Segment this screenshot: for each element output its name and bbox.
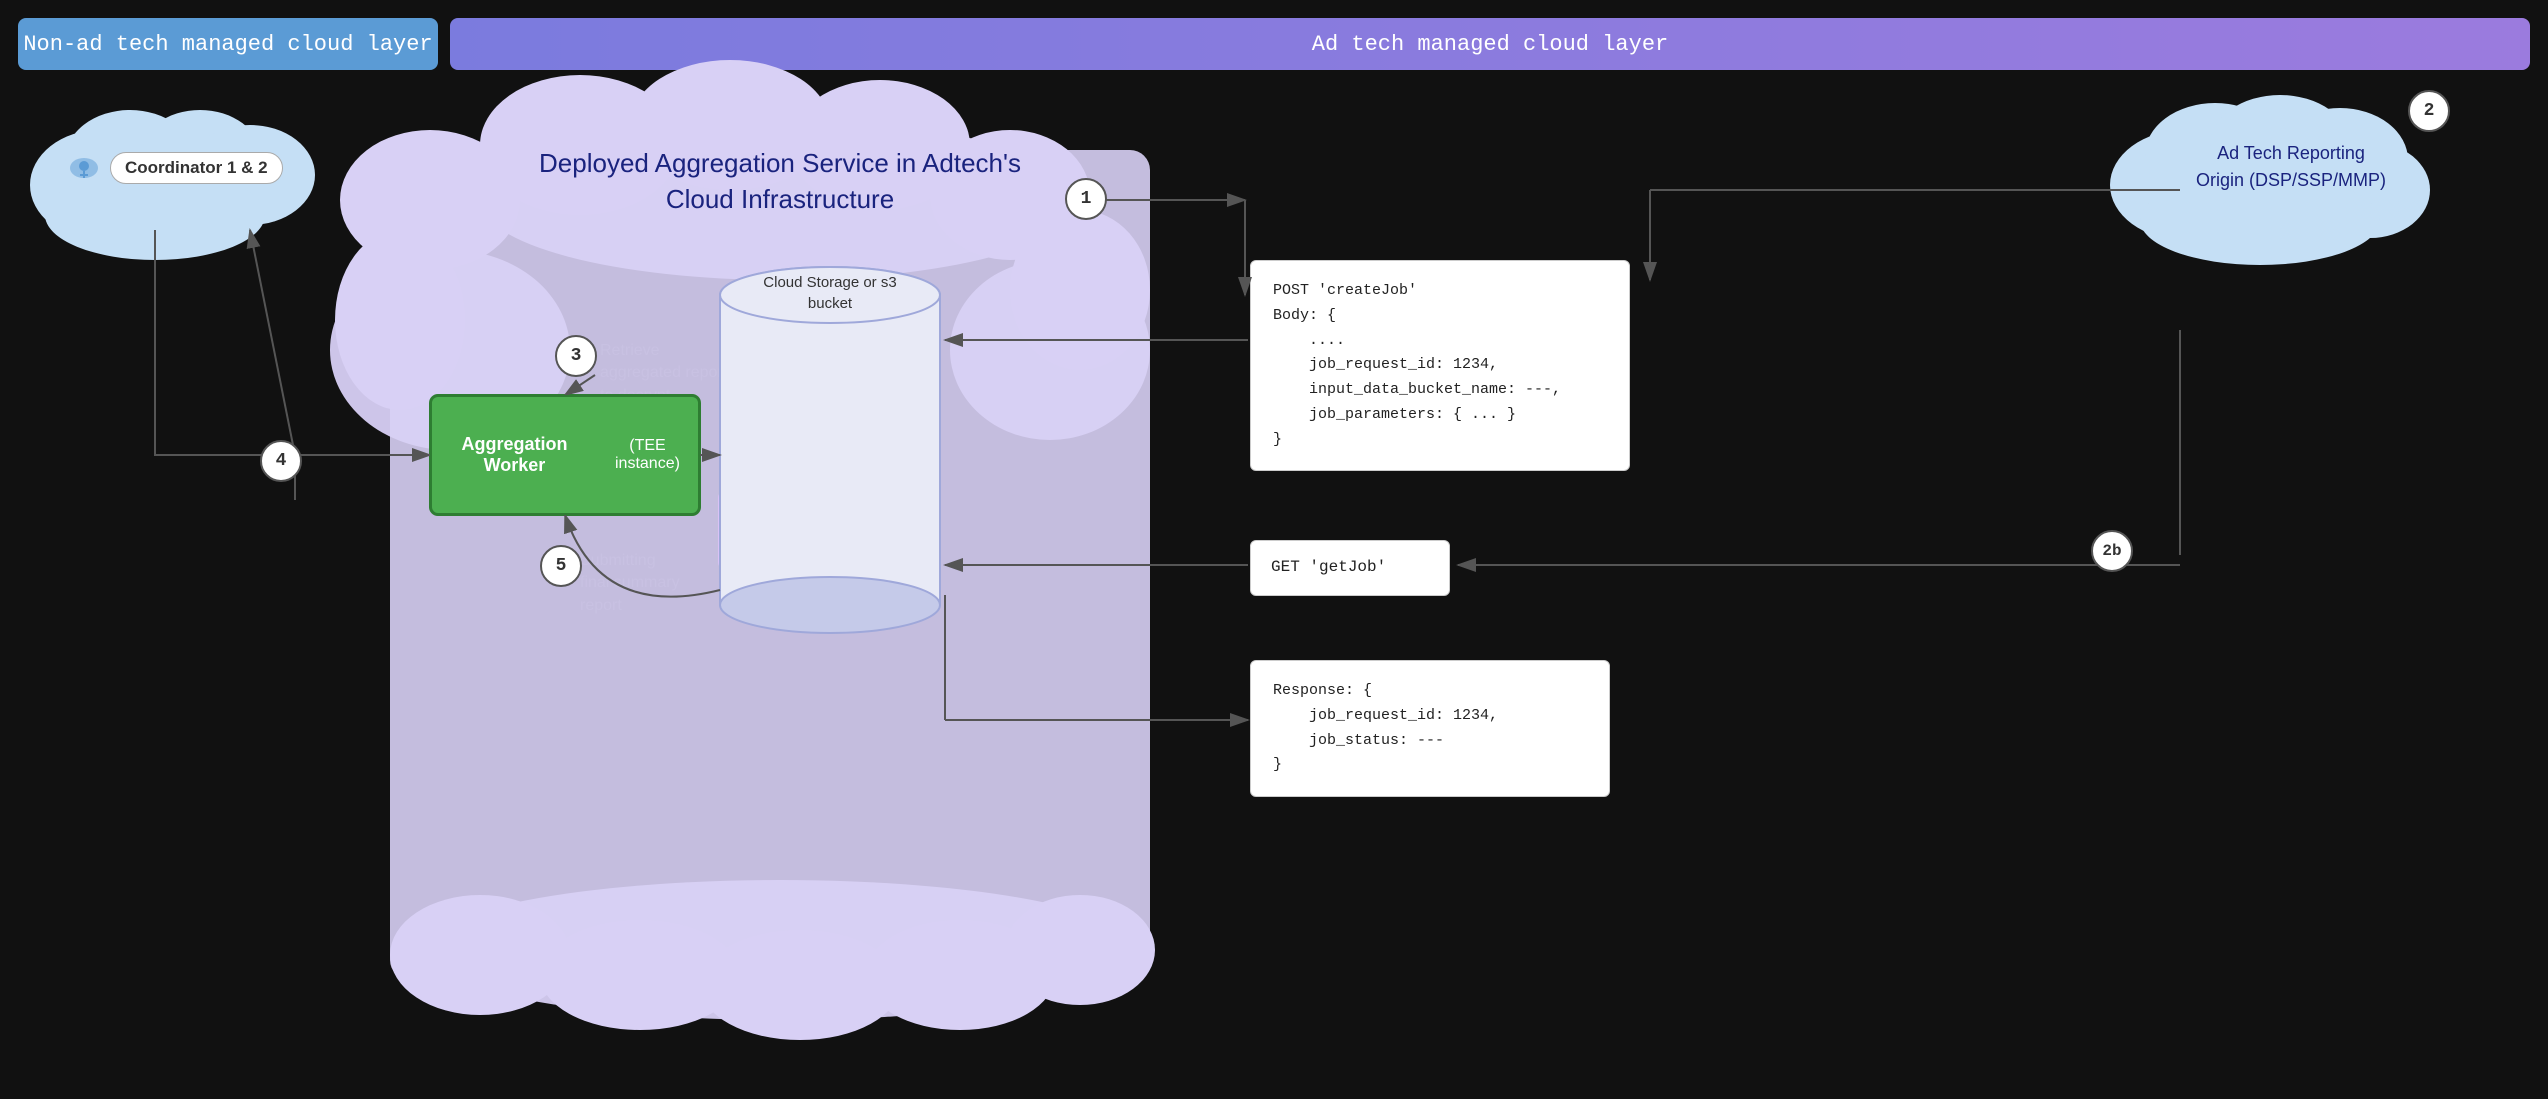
- non-ad-header: Non-ad tech managed cloud layer: [18, 18, 438, 70]
- get-job-box: GET 'getJob': [1250, 540, 1450, 596]
- step2-circle: 2: [2408, 90, 2450, 132]
- ad-header: Ad tech managed cloud layer: [450, 18, 2530, 70]
- step4-circle: 4: [260, 440, 302, 482]
- coordinator-section: Coordinator 1 & 2: [68, 152, 283, 184]
- step3-circle: 3: [555, 335, 597, 377]
- response-box: Response: { job_request_id: 1234, job_st…: [1250, 660, 1610, 797]
- final-summary-box: Final Summary Report: [718, 490, 938, 570]
- step5-label: Submittingfinal summaryreport: [580, 550, 680, 617]
- main-diagram-title: Deployed Aggregation Service in Adtech's…: [430, 145, 1130, 218]
- step5-circle: 5: [540, 545, 582, 587]
- step1-circle: 1: [1065, 178, 1107, 220]
- adtech-reporting-label: Ad Tech ReportingOrigin (DSP/SSP/MMP): [2166, 140, 2416, 194]
- avro-box: AVRO: [720, 362, 916, 452]
- step2b-circle: 2b: [2091, 530, 2133, 572]
- post-create-job-box: POST 'createJob' Body: { .... job_reques…: [1250, 260, 1630, 471]
- coordinator-label: Coordinator 1 & 2: [110, 152, 283, 184]
- coordinator-icon: [68, 154, 100, 182]
- cloud-storage-label: Cloud Storage or s3bucket: [750, 272, 910, 314]
- aggregation-worker-box: Aggregation Worker(TEE instance): [430, 395, 700, 515]
